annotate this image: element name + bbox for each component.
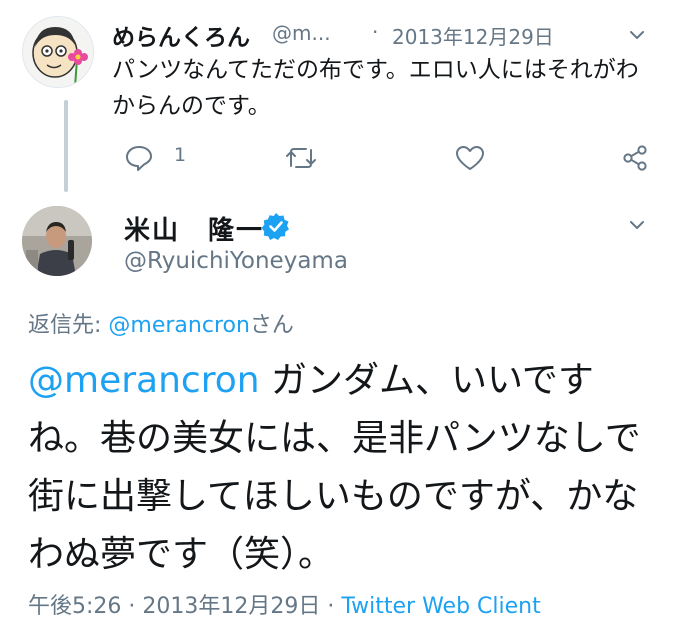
chevron-down-icon[interactable]	[626, 214, 648, 236]
parent-tweet-text: パンツなんてただの布です。エロい人にはそれがわからんのです。	[112, 57, 639, 119]
reply-to-line: 返信先: @merancronさん	[28, 307, 294, 339]
share-icon[interactable]	[620, 144, 650, 172]
reply-icon[interactable]	[124, 144, 154, 172]
tweet-date: 2013年12月29日	[142, 594, 321, 619]
main-avatar[interactable]	[22, 206, 92, 276]
main-display-name[interactable]: 米山 隆一	[124, 210, 264, 247]
client-link[interactable]: Twitter Web Client	[341, 594, 540, 619]
reply-to-suffix: さん	[249, 313, 294, 338]
thread-line	[64, 100, 68, 192]
parent-avatar[interactable]	[22, 16, 94, 88]
retweet-icon[interactable]	[284, 144, 318, 172]
reply-to-mention-link[interactable]: @merancron	[108, 313, 250, 338]
reply-count: 1	[174, 144, 187, 166]
parent-separator: ·	[372, 20, 379, 44]
meta-separator: ·	[121, 594, 143, 619]
verified-badge-icon	[262, 213, 289, 240]
mention-link[interactable]: @merancron	[28, 360, 260, 401]
meta-separator: ·	[320, 594, 342, 619]
parent-date[interactable]: 2013年12月29日	[392, 21, 554, 50]
tweet-time: 午後5:26	[28, 594, 122, 619]
like-icon[interactable]	[454, 144, 486, 172]
chevron-down-icon[interactable]	[626, 24, 648, 46]
main-tweet-text: @merancron ガンダム、いいですね。巷の美女には、是非パンツなしで街に出…	[28, 352, 658, 584]
main-handle[interactable]: @RyuichiYoneyama	[124, 248, 348, 274]
tweet-meta: 午後5:26 · 2013年12月29日 · Twitter Web Clien…	[28, 588, 541, 620]
parent-handle[interactable]: @m...	[272, 21, 331, 45]
profile-photo-icon	[22, 206, 92, 276]
reply-to-label: 返信先:	[28, 313, 109, 338]
parent-display-name[interactable]: めらんくろん	[112, 18, 250, 52]
cartoon-avatar-icon	[23, 17, 93, 87]
